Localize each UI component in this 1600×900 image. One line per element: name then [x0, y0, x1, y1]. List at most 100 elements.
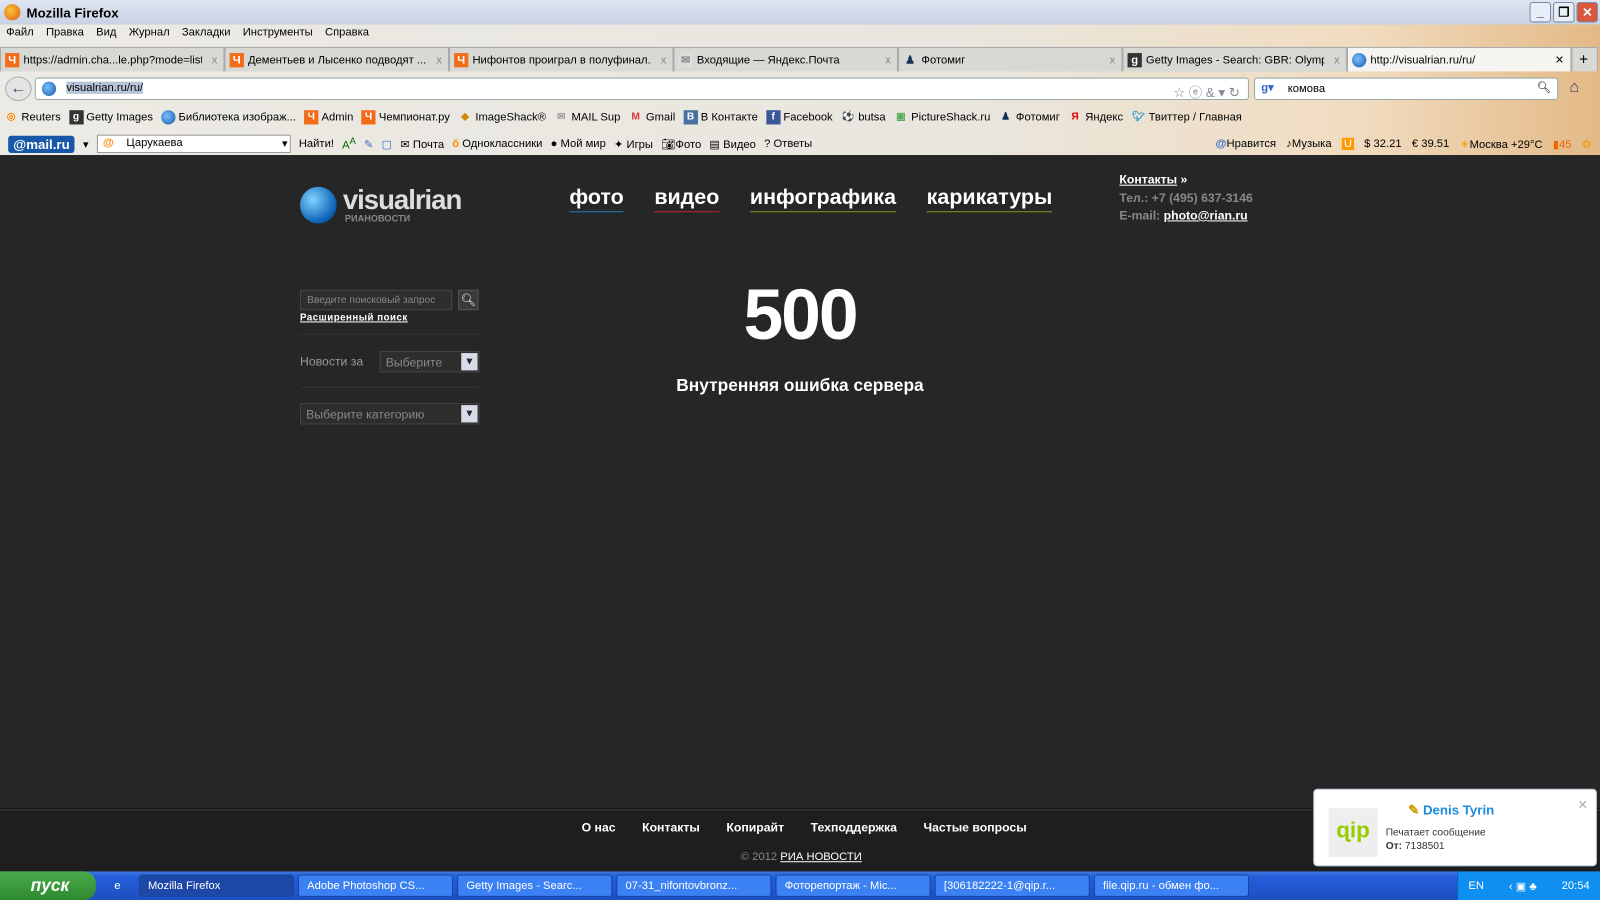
minimize-button[interactable]: _: [1529, 2, 1552, 23]
menu-tools[interactable]: Инструменты: [243, 27, 313, 45]
close-tab-icon[interactable]: x: [212, 54, 218, 66]
mailru-link-mail[interactable]: ✉ Почта: [400, 137, 444, 150]
bookmark-imageshack[interactable]: ◆ ImageShack®: [458, 110, 546, 124]
task-folder[interactable]: 07-31_nifontovbronz...: [616, 874, 772, 897]
bookmark-mail-sup[interactable]: ✉ MAIL Sup: [554, 110, 620, 124]
tray-icons[interactable]: ‹ ▣ ♣: [1509, 879, 1537, 892]
bookmark-star-icon[interactable]: ☆ ⓔ & ▾ ↻: [1173, 82, 1240, 101]
contacts-link[interactable]: Контакты: [1119, 172, 1177, 186]
bookmark-gmail[interactable]: M Gmail: [629, 110, 675, 124]
home-icon[interactable]: ⌂: [1569, 79, 1579, 97]
bookmark-butsa[interactable]: ⚽ butsa: [841, 110, 886, 124]
nav-cartoons[interactable]: карикатуры: [926, 186, 1053, 213]
logo-name: visualrian: [342, 184, 462, 216]
traffic-widget[interactable]: ▮45: [1553, 137, 1572, 150]
menu-view[interactable]: Вид: [96, 27, 116, 45]
address-bar[interactable]: visualrian.ru/ru/ ☆ ⓔ & ▾ ↻: [34, 77, 1249, 101]
phone: Тел.: +7 (495) 637-3146: [1119, 190, 1253, 205]
settings-gear-icon[interactable]: ⚙: [1582, 137, 1592, 150]
bookmark-facebook[interactable]: f Facebook: [766, 110, 833, 125]
find-button[interactable]: Найти!: [299, 138, 334, 150]
email-link[interactable]: photo@rian.ru: [1164, 208, 1248, 222]
footer-contacts[interactable]: Контакты: [642, 820, 700, 834]
menu-help[interactable]: Справка: [325, 27, 369, 45]
bookmark-library[interactable]: Библиотека изображ...: [161, 110, 296, 125]
weather-widget[interactable]: ☀Москва +29°C: [1459, 137, 1542, 150]
language-indicator[interactable]: EN: [1468, 880, 1484, 892]
ria-link[interactable]: РИА НОВОСТИ: [780, 851, 862, 863]
close-tab-icon[interactable]: x: [1334, 54, 1340, 66]
qip-notification[interactable]: ɋip ✎ Denis Tyrin Печатает сообщение От: …: [1313, 788, 1597, 867]
mailru-link-photo[interactable]: 📷︎Фото: [661, 137, 701, 150]
tab[interactable]: Ч Дементьев и Лысенко подводят ... x: [224, 46, 449, 72]
highlight-icon[interactable]: ✎: [364, 137, 373, 150]
tab[interactable]: ♟ Фотомиг x: [897, 46, 1123, 72]
period-select[interactable]: Выберите ▼: [379, 351, 480, 373]
footer-faq[interactable]: Частые вопросы: [923, 820, 1026, 834]
task-photoshop[interactable]: Adobe Photoshop CS...: [297, 874, 454, 897]
close-tab-icon[interactable]: x: [885, 54, 891, 66]
nav-infographics[interactable]: инфографика: [749, 186, 897, 213]
bookmark-admin[interactable]: Ч Admin: [304, 110, 353, 125]
likes-widget[interactable]: @Нравится: [1216, 138, 1276, 150]
nav-video[interactable]: видео: [654, 186, 720, 213]
mailru-link-odnoklassniki[interactable]: ǒ Одноклассники: [452, 138, 542, 150]
bookmark-fotomig[interactable]: ♟ Фотомиг: [999, 110, 1060, 124]
close-tab-icon[interactable]: x: [436, 54, 442, 66]
menu-file[interactable]: Файл: [6, 27, 34, 45]
task-word[interactable]: Фоторепортаж - Mic...: [775, 874, 931, 897]
category-select[interactable]: Выберите категорию ▼: [299, 403, 480, 425]
task-qip[interactable]: [306182222-1@qip.r...: [934, 874, 1090, 897]
dropdown-arrow-icon[interactable]: ▾: [83, 137, 89, 150]
task-firefox[interactable]: Mozilla Firefox: [138, 874, 294, 897]
mailru-search-input[interactable]: @ Царукаева: [96, 134, 291, 154]
close-tab-icon[interactable]: ✕: [1555, 53, 1564, 66]
footer-about[interactable]: О нас: [582, 820, 616, 834]
footer-support[interactable]: Техподдержка: [811, 820, 897, 834]
mailru-link-moimir[interactable]: ● Мой мир: [551, 138, 606, 150]
maximize-button[interactable]: ❐: [1553, 2, 1575, 23]
bookmark-championat[interactable]: Ч Чемпионат.ру: [361, 110, 450, 125]
tab[interactable]: g Getty Images - Search: GBR: Olymp... x: [1122, 46, 1347, 72]
mailru-logo[interactable]: @mail.ru: [8, 135, 75, 153]
music-widget[interactable]: ♪Музыка: [1286, 138, 1331, 150]
advanced-search-link[interactable]: Расширенный поиск: [300, 312, 408, 323]
bookmark-vkontakte[interactable]: BВ Контакте: [683, 110, 758, 125]
start-button[interactable]: пуск: [0, 871, 96, 900]
search-input[interactable]: g▾ комова 🔍︎: [1254, 77, 1559, 100]
quicklaunch-ie-icon[interactable]: e: [100, 880, 135, 892]
page-search-icon[interactable]: ▢: [382, 137, 393, 150]
globe-icon: [161, 110, 176, 125]
tab-active[interactable]: http://visualrian.ru/ru/ ✕: [1346, 46, 1572, 72]
task-opera[interactable]: file.qip.ru - обмен фо...: [1093, 874, 1249, 897]
font-icon[interactable]: AA: [342, 136, 356, 152]
menu-bookmarks[interactable]: Закладки: [182, 27, 231, 45]
footer-copyright[interactable]: Копирайт: [726, 820, 784, 834]
menu-edit[interactable]: Правка: [46, 27, 84, 45]
mailru-link-games[interactable]: ✦ Игры: [614, 137, 653, 150]
close-button[interactable]: ✕: [1576, 2, 1598, 23]
nav-photo[interactable]: фото: [569, 186, 624, 213]
mailru-link-answers[interactable]: ? Ответы: [764, 138, 812, 150]
close-tab-icon[interactable]: x: [661, 54, 667, 66]
site-search-input[interactable]: Введите поисковый запрос: [299, 289, 453, 311]
bookmark-reuters[interactable]: ◎ Reuters: [4, 110, 61, 124]
menu-history[interactable]: Журнал: [129, 27, 170, 45]
bookmark-twitter[interactable]: 🐦︎ Твиттер / Главная: [1131, 110, 1242, 124]
close-tab-icon[interactable]: x: [1110, 54, 1116, 66]
bookmark-yandex[interactable]: Я Яндекс: [1068, 110, 1123, 124]
close-icon[interactable]: ✕: [1577, 798, 1587, 812]
notes-icon[interactable]: U: [1341, 137, 1354, 150]
search-magnifier-icon[interactable]: 🔍︎: [1537, 81, 1551, 94]
bookmark-pictureshack[interactable]: ▣ PictureShack.ru: [894, 110, 990, 124]
back-button[interactable]: ←: [5, 76, 32, 102]
tab[interactable]: Чhttps://admin.cha...le.php?mode=list x: [0, 46, 225, 72]
site-search-button[interactable]: 🔍︎: [458, 289, 479, 311]
bookmark-getty[interactable]: g Getty Images: [68, 110, 153, 125]
new-tab-button[interactable]: +: [1571, 46, 1598, 72]
mailru-link-video[interactable]: ▤ Видео: [709, 137, 756, 150]
tab[interactable]: Ч Нифонтов проиграл в полуфинал... x: [448, 46, 674, 72]
tab[interactable]: ✉ Входящие — Яндекс.Почта x: [673, 46, 898, 72]
visualrian-logo[interactable]: visualrian РИАНОВОСТИ: [299, 184, 462, 224]
task-chrome[interactable]: Getty Images - Searc...: [457, 874, 613, 897]
